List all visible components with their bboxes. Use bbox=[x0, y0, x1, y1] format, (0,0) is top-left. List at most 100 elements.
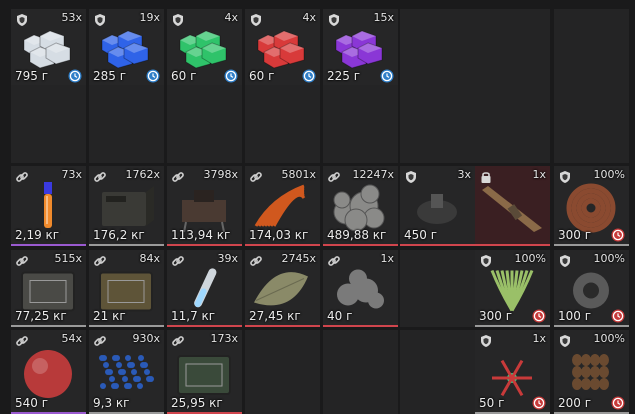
link-icon bbox=[94, 336, 106, 346]
empty-slot[interactable] bbox=[475, 9, 550, 87]
quality-bar bbox=[554, 325, 629, 327]
stack-count: 54x bbox=[61, 332, 82, 345]
stack-count: 1x bbox=[532, 168, 546, 181]
shield-icon bbox=[560, 255, 570, 267]
empty-slot[interactable] bbox=[475, 85, 550, 163]
item-weight: 40 г bbox=[327, 309, 353, 323]
item-weight: 21 кг bbox=[93, 309, 126, 323]
inventory-slot[interactable]: 3x 450 г bbox=[400, 166, 475, 246]
inventory-slot[interactable]: 54x 540 г bbox=[11, 330, 86, 414]
inventory-slot[interactable]: 73x 2,19 кг bbox=[11, 166, 86, 246]
empty-slot[interactable] bbox=[400, 85, 475, 163]
item-weight: 450 г bbox=[404, 228, 438, 242]
inventory-slot[interactable]: 1x 50 г bbox=[475, 330, 550, 414]
item-weight: 300 г bbox=[479, 309, 513, 323]
empty-slot[interactable] bbox=[323, 85, 398, 163]
lock-icon bbox=[481, 172, 491, 183]
stack-count: 4x bbox=[224, 11, 238, 24]
inventory-slot[interactable]: 5801x 174,03 кг bbox=[245, 166, 320, 246]
clock-icon bbox=[68, 69, 82, 83]
inventory-slot[interactable]: 173x 25,95 кг bbox=[167, 330, 242, 414]
item-weight: 176,2 кг bbox=[93, 228, 145, 242]
clock-icon bbox=[380, 69, 394, 83]
inventory-slot[interactable]: 12247x 489,88 кг bbox=[323, 166, 398, 246]
inventory-slot[interactable]: 39x 11,7 кг bbox=[167, 250, 242, 327]
inventory-slot[interactable]: 1x 40 г bbox=[323, 250, 398, 327]
item-weight: 60 г bbox=[171, 69, 197, 83]
empty-slot[interactable] bbox=[554, 85, 629, 163]
stack-count: 3798x bbox=[203, 168, 238, 181]
item-weight: 77,25 кг bbox=[15, 309, 67, 323]
link-icon bbox=[328, 256, 340, 266]
inventory-slot[interactable]: 4x 60 г bbox=[167, 9, 242, 87]
empty-slot[interactable] bbox=[400, 250, 475, 327]
shield-icon bbox=[481, 255, 491, 267]
stack-count: 1x bbox=[532, 332, 546, 345]
shield-icon bbox=[481, 335, 491, 347]
quality-bar bbox=[167, 244, 242, 246]
item-weight: 100 г bbox=[558, 309, 592, 323]
stack-count: 515x bbox=[54, 252, 82, 265]
item-weight: 60 г bbox=[249, 69, 275, 83]
link-icon bbox=[172, 172, 184, 182]
inventory-slot[interactable]: 4x 60 г bbox=[245, 9, 320, 87]
item-weight: 174,03 кг bbox=[249, 228, 309, 242]
item-weight: 540 г bbox=[15, 396, 49, 410]
stack-count: 173x bbox=[210, 332, 238, 345]
item-weight: 9,3 кг bbox=[93, 396, 130, 410]
empty-slot[interactable] bbox=[245, 330, 320, 414]
empty-slot[interactable] bbox=[245, 85, 320, 163]
inventory-slot[interactable]: 930x 9,3 кг bbox=[89, 330, 164, 414]
inventory-slot[interactable]: 515x 77,25 кг bbox=[11, 250, 86, 327]
stack-count: 15x bbox=[373, 11, 394, 24]
inventory-slot[interactable]: 19x 285 г bbox=[89, 9, 164, 87]
inventory-slot[interactable]: 2745x 27,45 кг bbox=[245, 250, 320, 327]
link-icon bbox=[16, 336, 28, 346]
link-icon bbox=[328, 172, 340, 182]
empty-slot[interactable] bbox=[323, 330, 398, 414]
link-icon bbox=[16, 256, 28, 266]
empty-slot[interactable] bbox=[89, 85, 164, 163]
stack-count: 2745x bbox=[281, 252, 316, 265]
inventory-slot[interactable]: 1x bbox=[475, 166, 550, 246]
item-weight: 300 г bbox=[558, 228, 592, 242]
stack-count: 84x bbox=[139, 252, 160, 265]
link-icon bbox=[250, 256, 262, 266]
item-weight: 25,95 кг bbox=[171, 396, 223, 410]
item-weight: 11,7 кг bbox=[171, 309, 216, 323]
inventory-slot[interactable]: 100% 300 г bbox=[475, 250, 550, 327]
empty-slot[interactable] bbox=[400, 330, 475, 414]
quality-bar bbox=[554, 244, 629, 246]
inventory-slot[interactable]: 53x 795 г bbox=[11, 9, 86, 87]
shield-icon bbox=[406, 171, 416, 183]
shield-icon bbox=[17, 14, 27, 26]
item-weight: 27,45 кг bbox=[249, 309, 301, 323]
inventory-slot[interactable]: 84x 21 кг bbox=[89, 250, 164, 327]
inventory-slot[interactable]: 1762x 176,2 кг bbox=[89, 166, 164, 246]
stack-count: 19x bbox=[139, 11, 160, 24]
quality-bar bbox=[89, 244, 164, 246]
inventory-slot[interactable]: 100% 200 г bbox=[554, 330, 629, 414]
link-icon bbox=[94, 172, 106, 182]
clock-icon bbox=[532, 396, 546, 410]
clock-icon bbox=[611, 309, 625, 323]
stack-count: 100% bbox=[593, 332, 625, 345]
clock-icon bbox=[611, 228, 625, 242]
shield-icon bbox=[560, 335, 570, 347]
quality-bar bbox=[167, 325, 242, 327]
quality-bar bbox=[323, 325, 398, 327]
inventory-slot[interactable]: 100% 100 г bbox=[554, 250, 629, 327]
shield-icon bbox=[95, 14, 105, 26]
empty-slot[interactable] bbox=[400, 9, 475, 87]
inventory-slot[interactable]: 100% 300 г bbox=[554, 166, 629, 246]
item-weight: 50 г bbox=[479, 396, 505, 410]
clock-icon bbox=[146, 69, 160, 83]
item-weight: 200 г bbox=[558, 396, 592, 410]
empty-slot[interactable] bbox=[11, 85, 86, 163]
empty-slot[interactable] bbox=[554, 9, 629, 87]
inventory-slot[interactable]: 3798x 113,94 кг bbox=[167, 166, 242, 246]
inventory-slot[interactable]: 15x 225 г bbox=[323, 9, 398, 87]
quality-bar bbox=[475, 244, 550, 246]
link-icon bbox=[94, 256, 106, 266]
empty-slot[interactable] bbox=[167, 85, 242, 163]
